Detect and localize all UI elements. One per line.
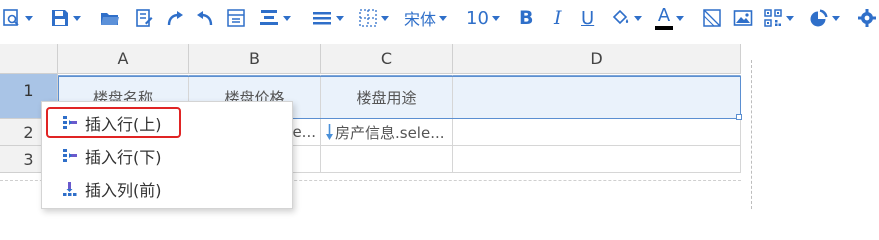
paint-bucket-icon (612, 9, 629, 25)
chevron-down-icon (676, 15, 684, 21)
menu-item-insert-row-below[interactable]: 插入行(下) (42, 140, 292, 172)
font-color-label: A (657, 4, 671, 26)
font-color-swatch (655, 25, 673, 30)
folder-icon (101, 13, 119, 25)
underline-label: U (581, 7, 595, 29)
select-all-corner[interactable] (0, 44, 58, 74)
bold-label: B (519, 7, 534, 29)
cell-c2[interactable]: 房产信息.sele... (321, 119, 453, 146)
chevron-down-icon (25, 15, 33, 21)
chevron-down-icon (283, 15, 291, 21)
chevron-down-icon (381, 15, 389, 21)
border-icon (359, 9, 377, 27)
undo-icon (197, 11, 213, 26)
undo-button[interactable] (195, 0, 215, 36)
column-header-a[interactable]: A (58, 44, 189, 74)
page-break-vertical (751, 60, 752, 209)
font-family-select[interactable]: 宋体 (404, 0, 448, 36)
column-header-d[interactable]: D (453, 44, 741, 74)
border-button[interactable] (358, 0, 389, 36)
vertical-align-button[interactable] (258, 0, 291, 36)
cell-d2[interactable] (453, 119, 741, 146)
format-button[interactable] (226, 0, 246, 36)
cell-c2-text: 房产信息.sele... (335, 123, 445, 142)
qr-code-icon (764, 9, 782, 27)
image-icon (733, 10, 753, 26)
expand-down-arrow-icon (326, 124, 333, 140)
font-size-select[interactable]: 10 (466, 0, 500, 36)
context-menu: 插入行(上) 插入行(下) 插入列(前) (41, 101, 293, 209)
menu-item-label: 插入行(下) (85, 148, 162, 167)
chevron-down-icon (336, 15, 344, 21)
toolbar: 宋体 10 B I U A (0, 0, 879, 36)
chevron-down-icon (786, 15, 794, 21)
save-button[interactable] (50, 0, 81, 36)
cell-d3[interactable] (453, 146, 741, 173)
italic-button[interactable]: I (554, 0, 562, 36)
qr-code-button[interactable] (763, 0, 794, 36)
horizontal-align-button[interactable] (311, 0, 344, 36)
redo-icon (167, 11, 183, 26)
font-family-value: 宋体 (404, 10, 437, 29)
column-header-c[interactable]: C (321, 44, 453, 74)
diagonal-line-icon (703, 9, 721, 27)
cell-c3[interactable] (321, 146, 453, 173)
cell-c1[interactable]: 楼盘用途 (321, 75, 453, 119)
fill-color-button[interactable] (609, 0, 642, 36)
italic-label: I (554, 7, 562, 29)
save-icon (52, 10, 68, 26)
cell-d1[interactable] (453, 75, 741, 119)
menu-item-insert-column-before[interactable]: 插入列(前) (42, 173, 292, 205)
menu-item-label: 插入列(前) (85, 181, 162, 200)
chevron-down-icon (439, 15, 448, 21)
format-icon (227, 9, 245, 27)
edit-document-icon (136, 9, 153, 27)
underline-button[interactable]: U (581, 0, 594, 36)
chevron-down-icon (634, 15, 642, 21)
menu-item-label: 插入行(上) (85, 115, 162, 134)
font-size-value: 10 (466, 7, 489, 29)
edit-button[interactable] (134, 0, 154, 36)
align-center-icon (260, 10, 278, 25)
insert-column-before-icon (62, 181, 78, 197)
insert-row-above-icon (62, 115, 78, 131)
insert-chart-button[interactable] (809, 0, 840, 36)
insert-row-below-icon (62, 148, 78, 164)
chevron-down-icon (491, 15, 500, 21)
chevron-down-icon (73, 15, 81, 21)
chevron-down-icon (832, 15, 840, 21)
settings-button[interactable] (857, 0, 877, 36)
diagonal-border-button[interactable] (702, 0, 722, 36)
fill-handle[interactable] (736, 114, 742, 120)
redo-button[interactable] (165, 0, 185, 36)
column-header-b[interactable]: B (189, 44, 321, 74)
preview-button[interactable] (2, 0, 33, 36)
open-button[interactable] (100, 0, 120, 36)
font-color-button[interactable]: A (655, 0, 684, 36)
preview-icon (3, 9, 19, 26)
insert-image-button[interactable] (733, 0, 753, 36)
gear-icon (858, 9, 876, 27)
menu-item-insert-row-above[interactable]: 插入行(上) (42, 107, 292, 139)
pie-chart-icon (810, 9, 828, 27)
align-justify-icon (313, 12, 331, 25)
bold-button[interactable]: B (519, 0, 533, 36)
